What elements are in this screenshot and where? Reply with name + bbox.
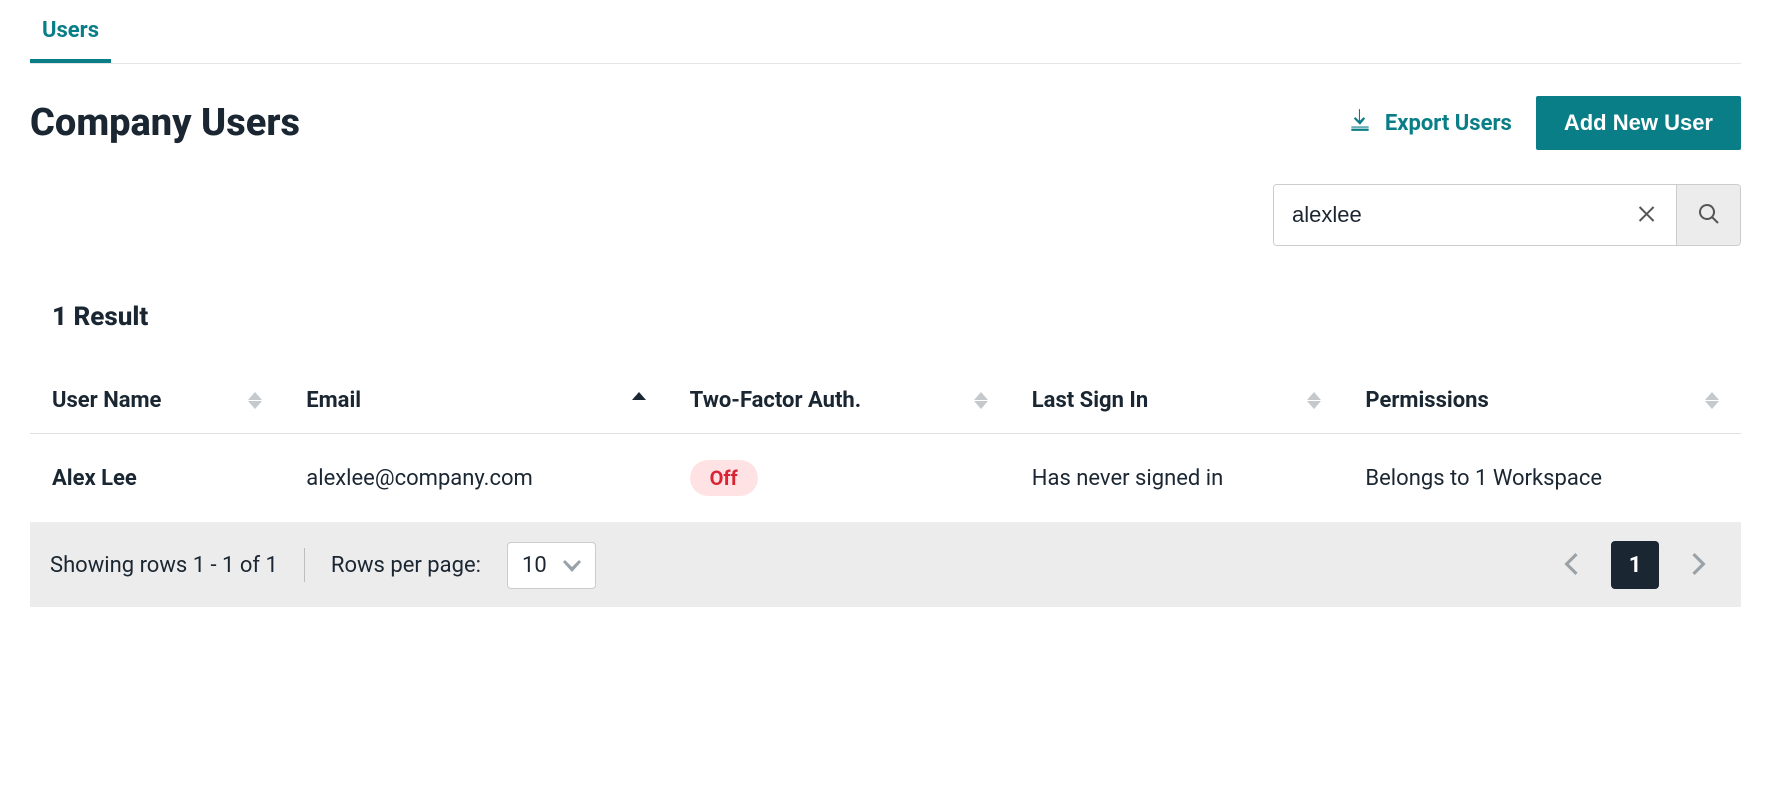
divider [304, 548, 305, 582]
user-name-cell[interactable]: Alex Lee [30, 434, 284, 523]
pager-prev-button[interactable] [1549, 543, 1593, 587]
col-label: Two-Factor Auth. [690, 388, 862, 413]
users-table: User Name Email Two- [30, 368, 1741, 523]
chevron-left-icon [1563, 553, 1579, 578]
showing-text: Showing rows 1 - 1 of 1 [50, 553, 278, 578]
export-users-link[interactable]: Export Users [1347, 107, 1512, 139]
sort-icon [1705, 392, 1719, 409]
page-title: Company Users [30, 101, 300, 145]
result-count: 1 Result [30, 302, 1741, 332]
table-row: Alex Lee alexlee@company.com Off Has nev… [30, 434, 1741, 523]
tab-users[interactable]: Users [30, 18, 111, 63]
col-label: Last Sign In [1032, 388, 1148, 413]
email-cell: alexlee@company.com [284, 434, 667, 523]
search-row [30, 184, 1741, 246]
sort-icon [248, 392, 262, 409]
pager-page-current[interactable]: 1 [1611, 541, 1659, 589]
tabs-bar: Users [30, 0, 1741, 64]
close-icon [1636, 202, 1660, 229]
footer-left: Showing rows 1 - 1 of 1 Rows per page: 1… [50, 542, 596, 589]
rows-per-page-select[interactable]: 10 [507, 542, 596, 589]
sort-icon [974, 392, 988, 409]
col-header-email[interactable]: Email [284, 368, 667, 434]
search-input[interactable] [1274, 185, 1620, 245]
col-header-last-sign-in[interactable]: Last Sign In [1010, 368, 1344, 434]
clear-search-button[interactable] [1620, 185, 1676, 245]
col-header-tfa[interactable]: Two-Factor Auth. [668, 368, 1010, 434]
rows-per-page-value: 10 [522, 553, 547, 578]
header-row: Company Users Export Users Add New User [30, 96, 1741, 150]
rows-per-page-label: Rows per page: [331, 553, 481, 578]
col-label: Permissions [1365, 388, 1488, 413]
table-footer: Showing rows 1 - 1 of 1 Rows per page: 1… [30, 523, 1741, 607]
export-users-label: Export Users [1385, 111, 1512, 136]
col-label: User Name [52, 388, 161, 413]
col-label: Email [306, 388, 361, 413]
search-icon [1697, 202, 1721, 229]
search-box [1273, 184, 1741, 246]
pager-next-button[interactable] [1677, 543, 1721, 587]
tfa-cell: Off [668, 434, 1010, 523]
download-icon [1347, 107, 1373, 139]
col-header-user-name[interactable]: User Name [30, 368, 284, 434]
col-header-permissions[interactable]: Permissions [1343, 368, 1741, 434]
pager: 1 [1549, 541, 1721, 589]
search-button[interactable] [1676, 185, 1740, 245]
chevron-down-icon [563, 553, 581, 578]
sort-icon [1307, 392, 1321, 409]
header-actions: Export Users Add New User [1347, 96, 1741, 150]
add-new-user-button[interactable]: Add New User [1536, 96, 1741, 150]
permissions-cell: Belongs to 1 Workspace [1343, 434, 1741, 523]
chevron-right-icon [1691, 553, 1707, 578]
sort-icon [632, 392, 646, 409]
status-badge: Off [690, 460, 758, 496]
last-sign-in-cell: Has never signed in [1010, 434, 1344, 523]
